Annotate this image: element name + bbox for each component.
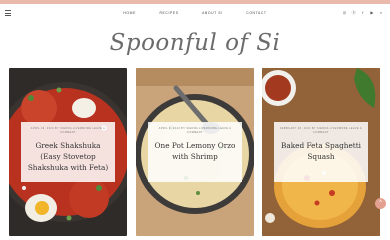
facebook-icon[interactable]: f bbox=[361, 11, 365, 15]
post-meta: FEBRUARY 28, 2024 BY SIENNA LIVERMORE LE… bbox=[279, 127, 362, 134]
post-card-text: FEBRUARY 28, 2024 BY SIENNA LIVERMORE LE… bbox=[274, 122, 368, 182]
instagram-icon[interactable]: ◎ bbox=[343, 11, 347, 15]
post-meta: APRIL 19, 2024 BY SIENNA LIVERMORE LEAVE… bbox=[30, 127, 106, 134]
post-title[interactable]: Baked Feta Spaghetti Squash bbox=[278, 140, 364, 162]
post-card-text: APRIL 19, 2024 BY SIENNA LIVERMORE LEAVE… bbox=[21, 122, 115, 182]
search-icon[interactable]: ⌕ bbox=[379, 11, 383, 15]
post-card[interactable]: FEBRUARY 28, 2024 BY SIENNA LIVERMORE LE… bbox=[262, 68, 380, 236]
nav-item-about[interactable]: ABOUT SI bbox=[202, 11, 223, 15]
post-title[interactable]: One Pot Lemony Orzo with Shrimp bbox=[152, 140, 238, 162]
nav-item-contact[interactable]: CONTACT bbox=[246, 11, 266, 15]
social-links: ◎ ⓟ f ▶ ⌕ bbox=[339, 10, 384, 15]
pinterest-icon[interactable]: ⓟ bbox=[352, 11, 356, 15]
nav-item-recipes[interactable]: RECIPES bbox=[160, 11, 179, 15]
main-nav: HOME RECIPES ABOUT SI CONTACT ◎ ⓟ f ▶ ⌕ bbox=[0, 4, 390, 24]
post-meta: APRIL 9, 2024 BY SIENNA LIVERMORE LEAVE … bbox=[158, 127, 232, 134]
post-title[interactable]: Greek Shakshuka (Easy Stovetop Shakshuka… bbox=[25, 140, 111, 173]
nav-menu: HOME RECIPES ABOUT SI CONTACT bbox=[0, 11, 390, 15]
youtube-icon[interactable]: ▶ bbox=[370, 11, 374, 15]
post-card[interactable]: APRIL 9, 2024 BY SIENNA LIVERMORE LEAVE … bbox=[136, 68, 254, 236]
scroll-to-top-button[interactable]: ^ bbox=[375, 198, 386, 209]
nav-item-home[interactable]: HOME bbox=[123, 11, 136, 15]
post-card[interactable]: APRIL 19, 2024 BY SIENNA LIVERMORE LEAVE… bbox=[9, 68, 127, 236]
post-card-text: APRIL 9, 2024 BY SIENNA LIVERMORE LEAVE … bbox=[148, 122, 242, 182]
site-logo[interactable]: Spoonful of Si bbox=[0, 30, 390, 56]
chevron-up-icon: ^ bbox=[379, 200, 382, 206]
